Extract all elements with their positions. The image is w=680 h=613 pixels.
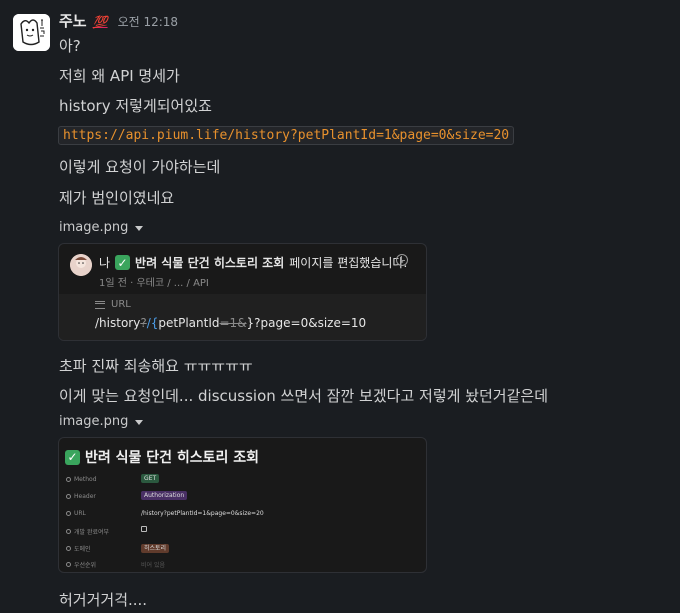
message-line: 저희 왜 API 명세가 (59, 67, 180, 85)
attachment-filename: image.png (59, 414, 129, 429)
attachment-filename-toggle[interactable]: image.png (59, 414, 144, 429)
property-value (141, 526, 147, 534)
property-empty-value: 비어 있음 (141, 562, 165, 569)
url-property-label: URL (95, 299, 131, 310)
property-method: Method (66, 476, 97, 483)
notif-title: 나 ✓ 반려 식물 단건 히스토리 조회 페이지를 편집했습니다. (99, 254, 407, 271)
attachment-filename-toggle[interactable]: image.png (59, 220, 144, 235)
property-url: URL (66, 510, 86, 517)
notif-avatar (70, 254, 92, 276)
inline-code-url: https://api.pium.life/history?petPlantId… (58, 126, 515, 145)
priority-icon (66, 562, 71, 567)
message-line: history 저렇게되어있죠 (59, 97, 212, 115)
property-label: 개발 완료여부 (74, 529, 110, 536)
caret-down-icon[interactable] (135, 226, 144, 231)
message-line: 이렇게 요청이 가야하는데 (59, 158, 221, 176)
property-label: Method (74, 476, 97, 483)
notif-page-name: 반려 식물 단건 히스토리 조회 (135, 256, 285, 270)
url-part: petPlantId (158, 316, 220, 330)
url-added: /{ (146, 316, 159, 330)
property-priority: 우선순위 (66, 560, 96, 569)
property-value: 히스토리 (141, 543, 170, 553)
link-icon (66, 511, 71, 516)
image-attachment-page[interactable]: ✓ 반려 식물 단건 히스토리 조회 Method GET Header Aut… (58, 437, 427, 573)
page-title: ✓ 반려 식물 단건 히스토리 조회 (65, 447, 259, 467)
url-diff: /history?/{petPlantId=1&}?page=0&size=10 (95, 316, 366, 330)
image-attachment-notification[interactable]: 나 ✓ 반려 식물 단건 히스토리 조회 페이지를 편집했습니다. 1일 전 ·… (58, 243, 427, 341)
notif-avatar-icon (70, 254, 92, 276)
hundred-points-icon: 💯 (92, 15, 108, 29)
message-line: 이게 맞는 요청인데... discussion 쓰면서 잠깐 보겠다고 저렇게… (59, 387, 548, 405)
message-line: 아? (59, 37, 81, 55)
method-icon (66, 477, 71, 482)
header-tag: Authorization (141, 491, 188, 500)
url-part: }?page=0&size=10 (246, 316, 367, 330)
property-label: 우선순위 (74, 562, 97, 569)
url-part: /history (95, 316, 141, 330)
property-header: Header (66, 493, 96, 500)
select-icon (66, 546, 71, 551)
property-value: GET (141, 474, 160, 483)
attachment-filename: image.png (59, 220, 129, 235)
url-label-text: URL (111, 299, 131, 310)
check-mark-icon: ✓ (65, 449, 80, 465)
notif-actor: 나 (99, 256, 111, 270)
message-line: 초파 진짜 죄송해요 ㅠㅠㅠㅠㅠ (59, 357, 253, 375)
property-value: Authorization (141, 491, 188, 500)
domain-tag: 히스토리 (141, 544, 170, 553)
clock-icon (396, 254, 408, 266)
message-header: 주노 💯 오전 12:18 (59, 10, 178, 32)
message-line: 허거거거걱.... (59, 591, 148, 609)
notif-meta: 1일 전 · 우테코 / ... / API (99, 278, 209, 289)
notif-action: 페이지를 편집했습니다. (289, 256, 408, 270)
avatar-drawing-icon (13, 14, 50, 51)
method-tag: GET (141, 474, 160, 483)
url-removed: =1& (219, 316, 247, 330)
property-label: Header (74, 493, 96, 500)
check-mark-icon: ✓ (115, 255, 131, 270)
message-timestamp[interactable]: 오전 12:18 (118, 13, 178, 30)
property-done: 개발 완료여부 (66, 527, 109, 536)
notif-diff-block: URL /history?/{petPlantId=1&}?page=0&siz… (59, 294, 426, 340)
property-url-value: /history?petPlantId=1&page=0&size=20 (141, 510, 264, 517)
caret-down-icon[interactable] (135, 420, 144, 425)
done-checkbox (141, 526, 147, 532)
message-line: 제가 범인이였네요 (59, 189, 175, 207)
text-lines-icon (95, 300, 105, 309)
author-name[interactable]: 주노 (59, 10, 87, 31)
property-label: 도메인 (74, 546, 91, 553)
property-domain: 도메인 (66, 544, 91, 553)
page-title-text: 반려 식물 단건 히스토리 조회 (85, 450, 260, 466)
list-icon (66, 494, 71, 499)
property-label: URL (74, 510, 86, 517)
checkbox-icon (66, 529, 71, 534)
avatar[interactable] (13, 14, 50, 51)
